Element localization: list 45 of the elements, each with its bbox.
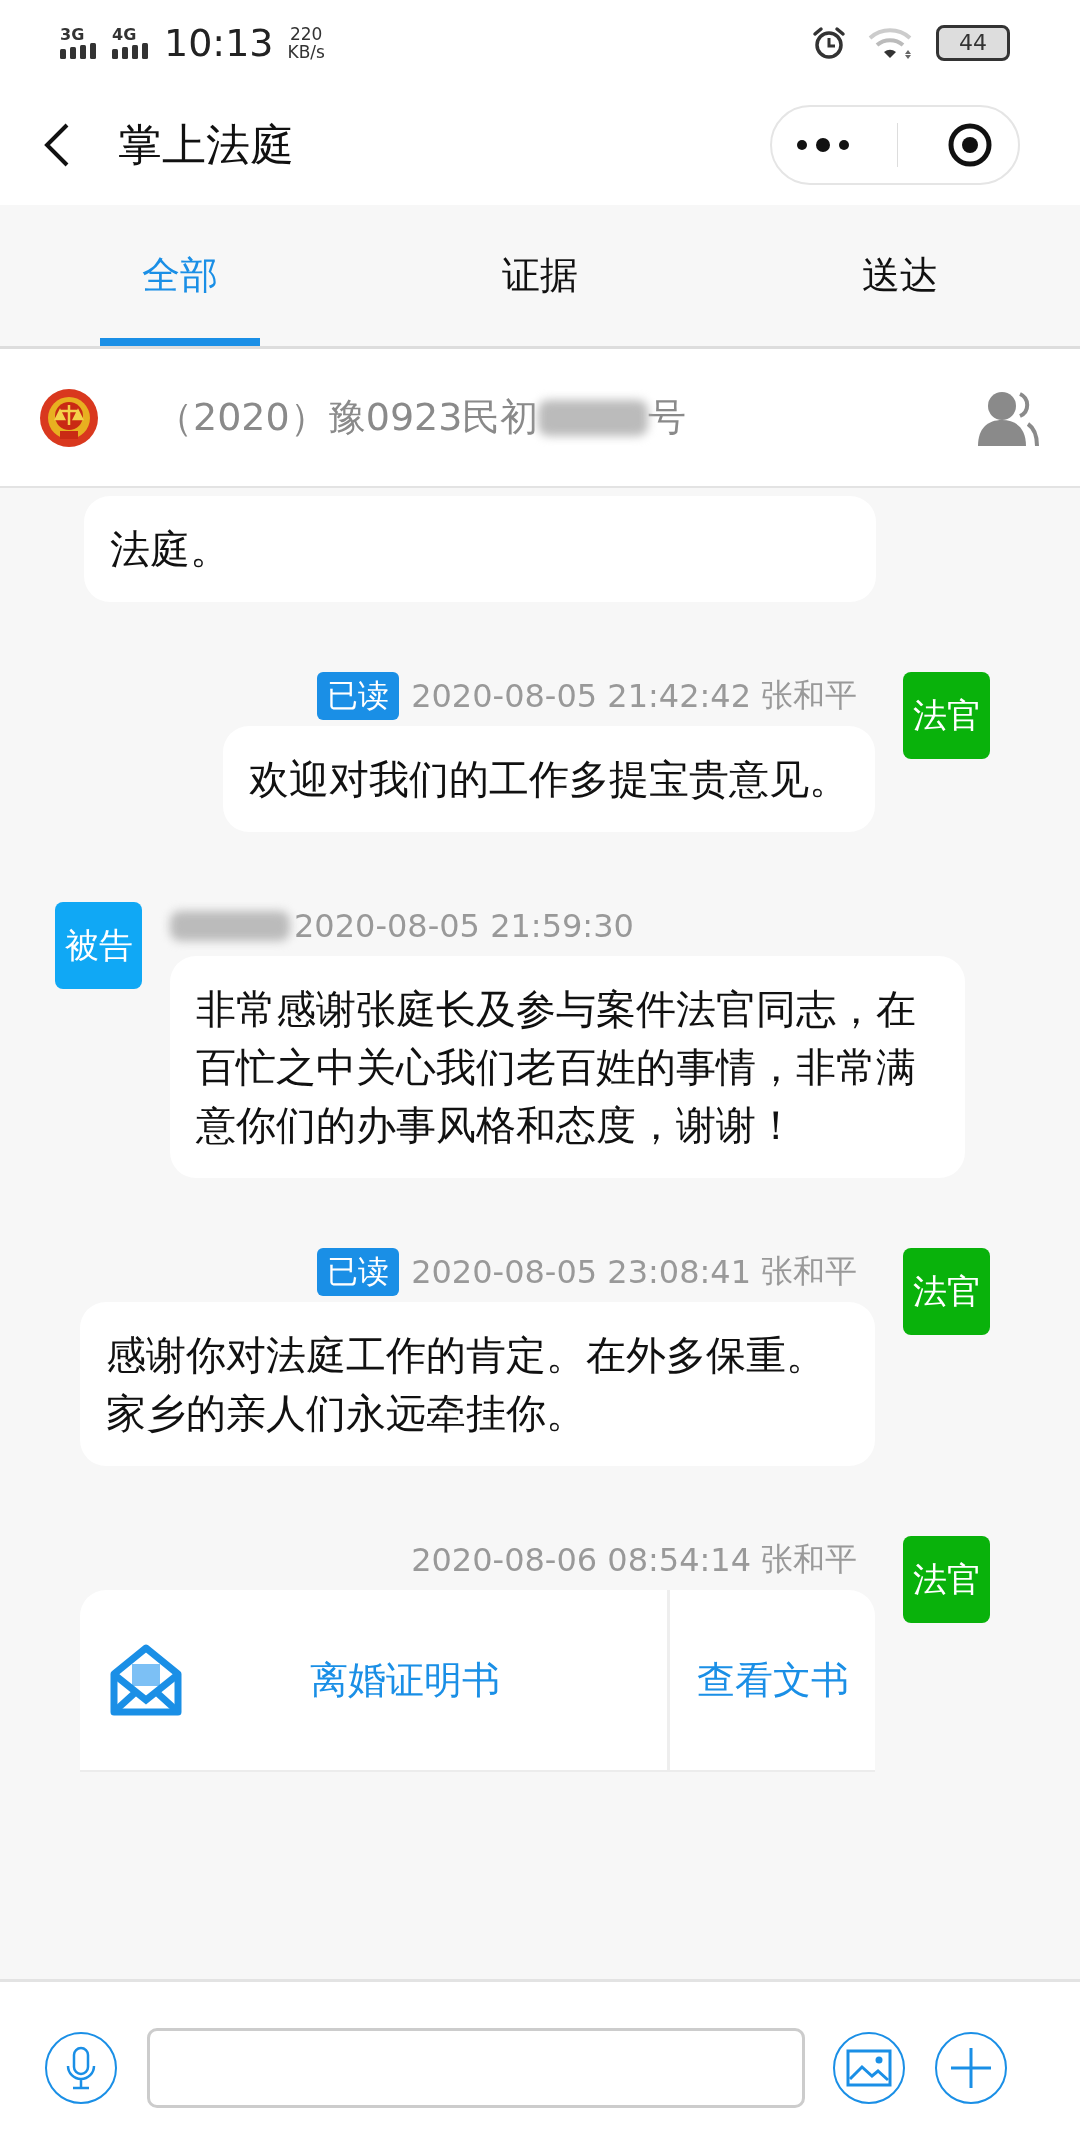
page-title: 掌上法庭: [118, 117, 295, 172]
tab[interactable]: 证据: [460, 205, 620, 346]
document-title[interactable]: 离婚证明书: [182, 1654, 667, 1706]
sender-name: 张和平: [761, 1539, 857, 1580]
battery-icon: 44: [936, 24, 1010, 61]
case-number-suffix: 号: [648, 394, 687, 441]
role-avatar: 被告: [55, 902, 142, 989]
role-avatar: 法官: [903, 1248, 990, 1335]
envelope-icon: [110, 1644, 182, 1716]
read-badge: 已读: [317, 1248, 400, 1296]
wifi-icon: [868, 25, 914, 60]
court-emblem-icon: [38, 386, 100, 449]
message-time: 2020-08-06 08:54:14: [411, 1541, 751, 1579]
alarm-icon: [812, 25, 846, 60]
clock: 10:13: [164, 20, 274, 65]
network-type: 4G: [112, 26, 137, 43]
role-avatar: 法官: [903, 1536, 990, 1623]
voice-button[interactable]: [45, 2032, 117, 2104]
message-time: 2020-08-05 23:08:41: [411, 1253, 751, 1291]
message-time: 2020-08-05 21:42:42: [411, 677, 751, 715]
back-icon[interactable]: [44, 123, 70, 167]
role-avatar: 法官: [903, 672, 990, 759]
sender-name: 张和平: [761, 675, 857, 716]
message-bubble: 欢迎对我们的工作多提宝贵意见。: [223, 726, 875, 832]
image-icon: [846, 2049, 892, 2087]
message-time: 2020-08-05 21:59:30: [294, 907, 634, 945]
view-document-link[interactable]: 查看文书: [670, 1590, 875, 1770]
network-speed: 220: [290, 24, 323, 43]
tab[interactable]: 送达: [820, 205, 980, 346]
image-button[interactable]: [833, 2032, 905, 2104]
plus-icon: [949, 2046, 993, 2090]
network-type: 3G: [60, 26, 85, 43]
microphone-icon: [66, 2046, 96, 2090]
message-input[interactable]: [147, 2028, 805, 2108]
sender-name: 张和平: [761, 1251, 857, 1292]
message-bubble: 非常感谢张庭长及参与案件法官同志，在百忙之中关心我们老百姓的事情，非常满意你们的办事风格和态度，谢谢！: [170, 956, 965, 1178]
read-badge: 已读: [317, 672, 400, 720]
case-number: （2020）豫0923民初: [155, 394, 539, 441]
signal-icon: [112, 42, 150, 59]
more-icon[interactable]: [795, 138, 850, 152]
message-bubble: 感谢你对法庭工作的肯定。在外多保重。家乡的亲人们永远牵挂你。: [80, 1302, 875, 1466]
add-button[interactable]: [935, 2032, 1007, 2104]
message-bubble: 法庭。: [84, 496, 876, 602]
speed-unit: KB/s: [287, 42, 325, 61]
signal-icon: [60, 42, 98, 59]
